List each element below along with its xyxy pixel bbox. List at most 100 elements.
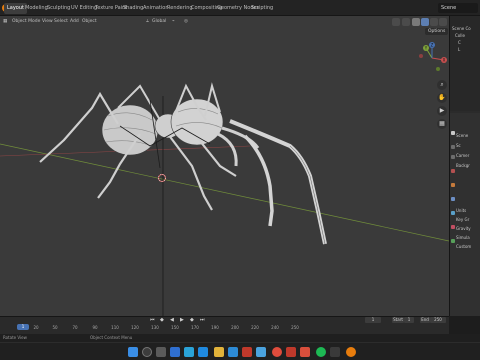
task-view-icon[interactable] (156, 347, 166, 357)
photos-icon[interactable] (198, 347, 208, 357)
prop-camera[interactable]: Camer (456, 153, 469, 158)
texture-tab-icon[interactable] (451, 239, 455, 243)
prop-gravity[interactable]: Gravity (456, 226, 471, 231)
tab-scripting[interactable]: Scripting (248, 3, 276, 14)
material-shading-button[interactable] (430, 18, 438, 26)
timeline-tick: 220 (251, 325, 259, 330)
wireframe-shading-button[interactable] (412, 18, 420, 26)
workspace-tabs-bar: Layout Modeling Sculpting UV Editing Tex… (0, 0, 480, 16)
timeline-tick: 170 (191, 325, 199, 330)
editor-type-icon[interactable]: ▦ (3, 18, 7, 26)
modifier-tab-icon[interactable] (451, 211, 455, 215)
jump-start-icon[interactable]: ⏮ (150, 317, 155, 323)
viewport-scene[interactable] (0, 16, 449, 316)
timeline-tick: 200 (231, 325, 239, 330)
3d-cursor (158, 174, 166, 182)
timeline-tick: 130 (151, 325, 159, 330)
blender-window: Layout Modeling Sculpting UV Editing Tex… (0, 0, 480, 360)
prop-custom[interactable]: Custom (456, 244, 471, 249)
tool-tab-icon[interactable] (451, 131, 455, 135)
mail-icon[interactable] (256, 347, 266, 357)
timeline-tick: 240 (271, 325, 279, 330)
app-icon[interactable] (242, 347, 252, 357)
solid-shading-button[interactable] (421, 18, 429, 26)
render-tab-icon[interactable] (451, 145, 455, 149)
outliner-row-camera[interactable]: C (458, 40, 461, 45)
right-editors: Scene Co Colle C L Scene Sc Camer Backgr… (449, 16, 480, 316)
scene-tab-icon[interactable] (451, 169, 455, 173)
edge-browser-icon[interactable] (184, 347, 194, 357)
prev-keyframe-icon[interactable]: ◆ (160, 317, 164, 323)
app-dark-icon[interactable] (330, 347, 340, 357)
material-tab-icon[interactable] (451, 225, 455, 229)
start-frame-field[interactable]: 1 (404, 317, 414, 323)
menu-add[interactable]: Add (70, 18, 79, 26)
widgets-icon[interactable] (170, 347, 180, 357)
outliner-row-light[interactable]: L (458, 47, 460, 52)
transform-orientation-icon[interactable]: ⟂ (146, 18, 149, 26)
snap-icon[interactable]: ⌁ (172, 18, 175, 26)
3d-viewport[interactable]: ▦ Object Mode View Select Add Object ⟂ G… (0, 16, 449, 316)
prop-scene-header: Scene (456, 133, 469, 138)
acrobat-icon[interactable] (286, 347, 296, 357)
status-context-menu: Object Context Menu (90, 335, 133, 340)
file-explorer-icon[interactable] (214, 347, 224, 357)
outliner-row-scene-collection[interactable]: Scene Co (452, 26, 471, 31)
menu-object[interactable]: Object (82, 18, 97, 26)
jump-end-icon[interactable]: ⏭ (200, 317, 205, 323)
spotify-icon[interactable] (316, 347, 326, 357)
timeline-tick: 110 (111, 325, 119, 330)
rendered-shading-button[interactable] (439, 18, 447, 26)
outliner-row-collection[interactable]: Colle (455, 33, 465, 38)
ant-model (39, 82, 327, 245)
prop-scene-field[interactable]: Sc (456, 143, 461, 148)
play-icon[interactable]: ▶ (180, 317, 184, 323)
timeline-tick: 150 (171, 325, 179, 330)
object-mode-dropdown[interactable]: Object Mode (12, 18, 40, 26)
options-dropdown[interactable]: Options (425, 28, 449, 35)
timeline-tick: 250 (291, 325, 299, 330)
viewport-overlay-button[interactable] (392, 18, 400, 26)
zoom-view-icon[interactable]: ⌕ (437, 80, 447, 90)
timeline-controls: ⏮ ◆ ◀ ▶ ◆ ⏭ 1 Start 1 End 250 (0, 317, 449, 324)
menu-select[interactable]: Select (54, 18, 68, 26)
viewport-header: ▦ Object Mode View Select Add Object ⟂ G… (0, 16, 449, 28)
outliner-panel[interactable]: Scene Co Colle C L (450, 16, 480, 111)
timeline-tick: 90 (92, 325, 98, 330)
xray-toggle-button[interactable] (402, 18, 410, 26)
gizmo-z-label: Z (431, 43, 434, 48)
chrome-icon[interactable] (272, 347, 282, 357)
timeline-editor[interactable]: ⏮ ◆ ◀ ▶ ◆ ⏭ 1 Start 1 End 250 1 20 50 70… (0, 316, 449, 334)
pan-view-icon[interactable]: ✋ (437, 93, 447, 103)
playhead[interactable]: 1 (17, 324, 29, 330)
camera-view-icon[interactable]: ▶ (437, 106, 447, 116)
play-reverse-icon[interactable]: ◀ (170, 317, 174, 323)
windows-taskbar (0, 342, 480, 360)
menu-view[interactable]: View (42, 18, 53, 26)
output-tab-icon[interactable] (451, 155, 455, 159)
object-tab-icon[interactable] (451, 197, 455, 201)
perspective-toggle-icon[interactable]: ▦ (437, 119, 447, 129)
prop-background[interactable]: Backgr (456, 163, 470, 168)
scene-selector[interactable]: Scene (438, 3, 478, 13)
blender-taskbar-icon[interactable] (346, 347, 356, 357)
store-icon[interactable] (228, 347, 238, 357)
status-bar: Rotate View Object Context Menu (0, 334, 480, 342)
navigation-gizmo[interactable]: X Y Z (416, 42, 448, 74)
start-label: Start (392, 317, 404, 323)
windows-start-icon[interactable] (128, 347, 138, 357)
proportional-editing-icon[interactable]: ◎ (184, 18, 188, 26)
current-frame-field[interactable]: 1 (365, 317, 381, 323)
prop-units[interactable]: Units (456, 208, 466, 213)
app-red-icon[interactable] (300, 347, 310, 357)
transform-orientation-dropdown[interactable]: Global (152, 18, 166, 26)
properties-panel[interactable]: Scene Sc Camer Backgr Units Key Gr Gravi… (450, 113, 480, 316)
end-label: End (420, 317, 430, 323)
prop-keying-sets[interactable]: Key Gr (456, 217, 469, 222)
world-tab-icon[interactable] (451, 183, 455, 187)
prop-simulation[interactable]: Simula (456, 235, 470, 240)
next-keyframe-icon[interactable]: ◆ (190, 317, 194, 323)
timeline-tick: 50 (52, 325, 58, 330)
search-icon[interactable] (142, 347, 152, 357)
end-frame-field[interactable]: 250 (430, 317, 446, 323)
